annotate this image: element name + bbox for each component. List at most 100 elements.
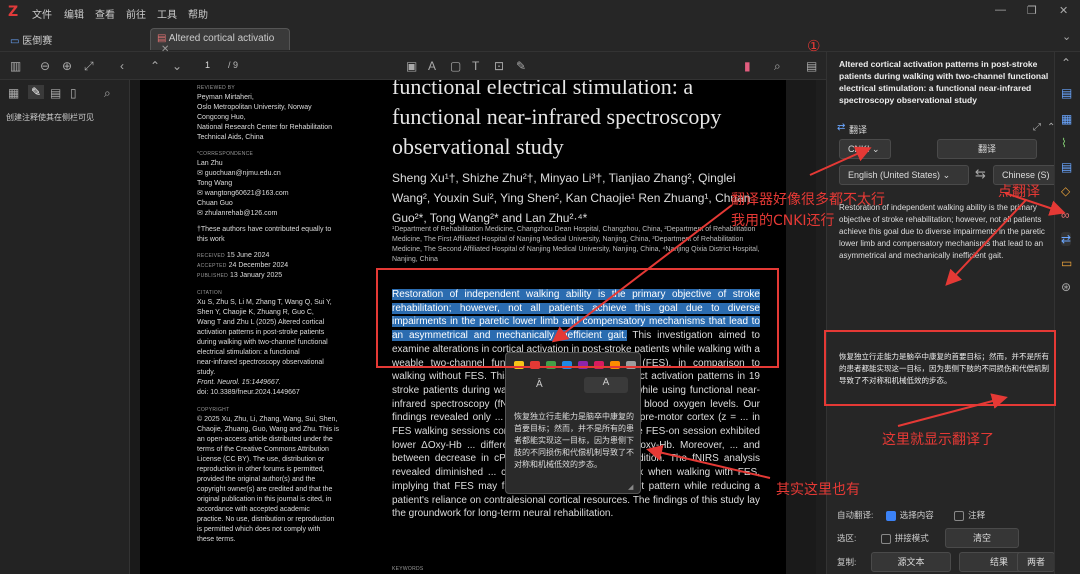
- chevron-down-icon[interactable]: ⌄: [1062, 30, 1071, 43]
- annotations-icon[interactable]: ✎: [28, 85, 45, 99]
- clear-button[interactable]: 清空: [945, 528, 1019, 548]
- engine-select[interactable]: CNKI ⌄: [839, 139, 891, 159]
- note-tool-icon[interactable]: ▢: [450, 59, 461, 73]
- tab-document[interactable]: ▤ Altered cortical activatio ✕: [150, 28, 290, 55]
- note-label: 注释: [968, 510, 986, 520]
- zoom-out-icon[interactable]: ⊖: [40, 59, 50, 73]
- related-icon[interactable]: ∞: [1061, 208, 1070, 222]
- target-lang-value: Chinese (S): [1002, 170, 1050, 180]
- swap-languages-icon[interactable]: ⇆: [975, 166, 986, 182]
- menu-tools[interactable]: 工具: [157, 6, 177, 21]
- highlight-action-icon[interactable]: Ā: [536, 379, 543, 390]
- restore-icon[interactable]: ❐: [1027, 4, 1037, 17]
- citation-line: Shen Y, Chaojie K, Zhuang R, Guo C,: [197, 309, 314, 316]
- concat-mode-option[interactable]: 拼接模式: [880, 533, 929, 544]
- menu-view[interactable]: 查看: [95, 6, 115, 21]
- copyright-line: reproduction in other forums is permitte…: [197, 466, 325, 473]
- reviewer-line: Oslo Metropolitan University, Norway: [197, 104, 312, 111]
- citation-line: activation patterns in post-stroke patie…: [197, 329, 325, 336]
- tab-document-label: Altered cortical activatio: [168, 33, 275, 44]
- citation-line: during walking with two-channel function…: [197, 339, 328, 346]
- selection-label: 选区:: [837, 533, 857, 543]
- close-window-icon[interactable]: ✕: [1059, 4, 1068, 17]
- text-tool-icon[interactable]: T: [472, 59, 479, 73]
- popout-icon[interactable]: ⤢: [1033, 122, 1041, 133]
- draw-tool-icon[interactable]: ✎: [516, 59, 526, 73]
- citation-block: CITATION Xu S, Zhu S, Li M, Zhang T, Wan…: [197, 288, 367, 398]
- copy-both-button[interactable]: 两者: [1017, 552, 1055, 572]
- zoom-reset-icon[interactable]: ⤢: [84, 59, 94, 74]
- annotation-note-3: 点翻译: [998, 184, 1040, 200]
- attachment-icon[interactable]: ⌇: [1061, 136, 1067, 150]
- zoom-in-icon[interactable]: ⊕: [62, 59, 72, 73]
- outline-icon[interactable]: ▤: [50, 86, 61, 100]
- copyright-block: COPYRIGHT © 2025 Xu, Zhu, Li, Zhang, Wan…: [197, 405, 367, 545]
- context-pane: Altered cortical activation patterns in …: [826, 52, 1059, 574]
- bookmarks-icon[interactable]: ▯: [70, 86, 77, 100]
- copy-row: 复制:: [837, 556, 856, 568]
- source-text-area[interactable]: Restoration of independent walking abili…: [839, 202, 1055, 262]
- copy-source-button[interactable]: 源文本: [871, 552, 951, 572]
- toggle-sidebar-icon[interactable]: ▥: [10, 59, 21, 73]
- note-option[interactable]: 注释: [954, 510, 986, 521]
- tab-bar: ▭ 医倒赛 ▤ Altered cortical activatio ✕ ⌄: [0, 24, 1080, 55]
- concat-mode-label: 拼接模式: [894, 533, 929, 543]
- notes-icon[interactable]: ▤: [1061, 160, 1072, 174]
- checkbox-icon[interactable]: [880, 533, 891, 544]
- annotation-note-1: 翻译器好像很多都不太行: [731, 192, 885, 208]
- translate-button[interactable]: 翻译: [937, 139, 1037, 159]
- toggle-context-pane-icon[interactable]: ▤: [806, 59, 817, 73]
- citation-line: Front. Neurol. 15:1449667.: [197, 379, 281, 386]
- tag-icon[interactable]: ◇: [1061, 184, 1070, 198]
- area-tool-icon[interactable]: ⊡: [494, 59, 504, 73]
- date-accepted: ACCEPTED 24 December 2024: [197, 261, 367, 271]
- auto-translate-row: 自动翻译: 选择内容 注释: [837, 509, 985, 521]
- thumbnails-icon[interactable]: ▦: [8, 86, 19, 100]
- date-label: RECEIVED: [197, 253, 225, 259]
- minimize-icon[interactable]: —: [995, 4, 1006, 16]
- checkbox-checked-icon[interactable]: [885, 510, 896, 521]
- page-up-icon[interactable]: ⌃: [150, 59, 160, 73]
- tab-library[interactable]: ▭ 医倒赛: [4, 28, 58, 50]
- auto-translate-label: 自动翻译:: [837, 510, 874, 520]
- resize-grip-icon[interactable]: ◢: [628, 483, 633, 491]
- corr-line: ✉ guochuan@njmu.edu.cn: [197, 170, 281, 177]
- sticky-note-icon[interactable]: ▭: [1061, 256, 1072, 270]
- bookmark-color-icon[interactable]: ▮: [744, 59, 751, 73]
- search-icon[interactable]: ⌕: [774, 59, 781, 74]
- date-published: PUBLISHED 13 January 2025: [197, 271, 367, 281]
- underline-tool-icon[interactable]: A: [428, 59, 436, 73]
- menu-edit[interactable]: 编辑: [64, 6, 84, 21]
- page-number-input[interactable]: 1: [190, 60, 210, 70]
- sidebar-search-icon[interactable]: ⌕: [104, 86, 111, 101]
- translate-pane-icon[interactable]: ⇄: [1061, 232, 1072, 246]
- copyright-line: these terms.: [197, 536, 236, 543]
- checkbox-icon[interactable]: [954, 510, 965, 521]
- locate-icon[interactable]: ⊛: [1061, 280, 1071, 294]
- menu-file[interactable]: 文件: [32, 6, 52, 21]
- folder-icon: ▭: [10, 36, 20, 47]
- equal-contribution-note: †These authors have contributed equally …: [197, 225, 367, 245]
- highlight-tool-icon[interactable]: ▣: [406, 59, 417, 73]
- menu-go[interactable]: 前往: [126, 6, 146, 21]
- select-content-option[interactable]: 选择内容: [885, 510, 934, 521]
- citation-label: CITATION: [197, 290, 222, 296]
- source-lang-value: English (United States): [848, 170, 941, 180]
- copyright-line: an open-access article distributed under…: [197, 436, 333, 443]
- back-icon[interactable]: ‹: [120, 59, 124, 73]
- copyright-line: copyright owner(s) are credited and that…: [197, 486, 333, 493]
- source-language-select[interactable]: English (United States) ⌄: [839, 165, 969, 185]
- dates-block: RECEIVED 15 June 2024 ACCEPTED 24 Decemb…: [197, 251, 367, 281]
- corr-line: Chuan Guo: [197, 200, 233, 207]
- underline-action-icon[interactable]: A: [584, 377, 628, 393]
- keywords-text: KEYWORDS: [392, 566, 424, 572]
- citation-line: Wang T and Zhu L (2025) Altered cortical: [197, 319, 325, 326]
- menu-help[interactable]: 帮助: [188, 6, 208, 21]
- selection-row: 选区: 拼接模式: [837, 532, 929, 544]
- reviewer-line: Technical Aids, China: [197, 134, 264, 141]
- page-down-icon[interactable]: ⌄: [172, 59, 182, 73]
- expand-icon[interactable]: ⌃: [1061, 56, 1071, 70]
- abstract-icon[interactable]: ▦: [1061, 112, 1072, 126]
- citation-line: near-infrared spectroscopy observational: [197, 359, 324, 366]
- info-icon[interactable]: ▤: [1061, 86, 1072, 100]
